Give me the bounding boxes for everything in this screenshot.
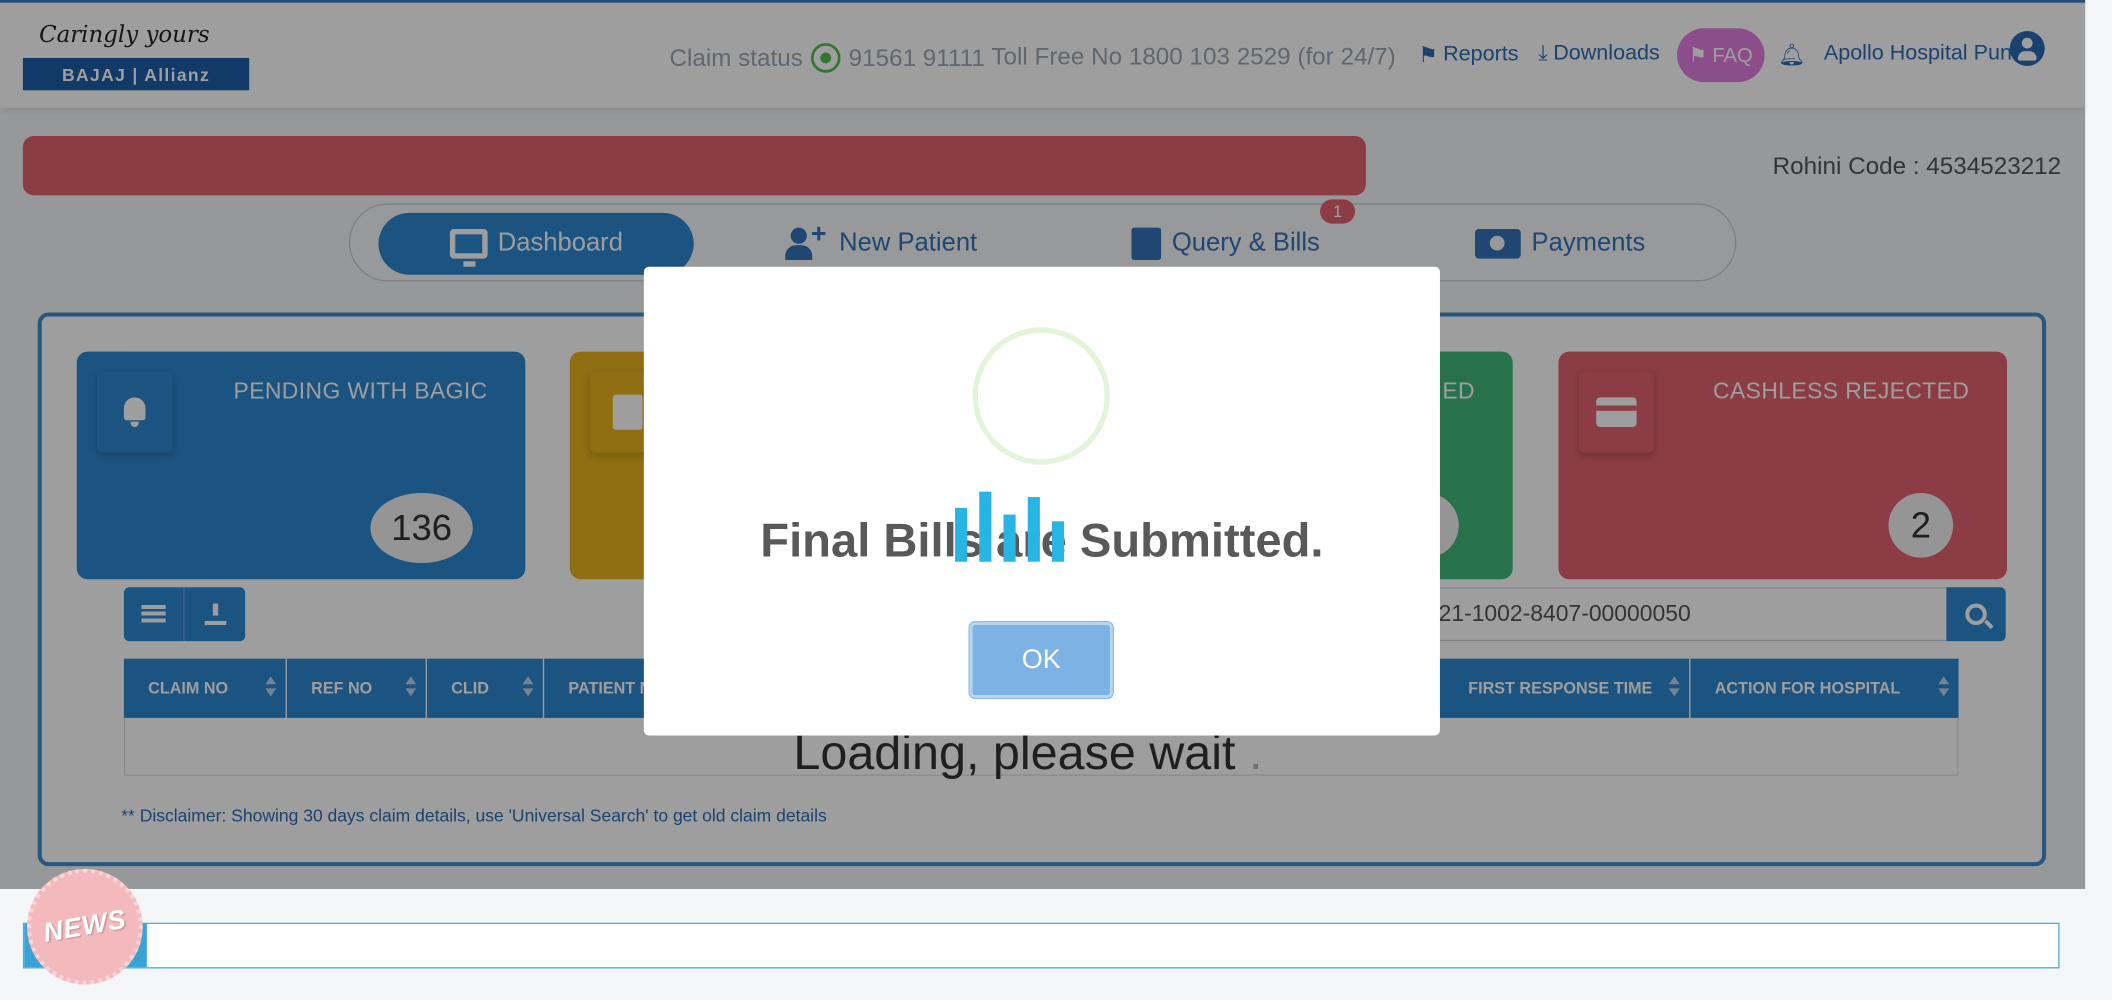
app-page: Caringly yours BAJAJ | Allianz Claim sta…: [0, 0, 2112, 1000]
loading-bars-icon: [955, 486, 1065, 562]
news-ticker: [22, 922, 2060, 969]
success-dialog: Final Bills are Submitted. OK: [643, 266, 1440, 736]
success-icon: [972, 327, 1110, 465]
ok-button[interactable]: OK: [968, 620, 1114, 700]
